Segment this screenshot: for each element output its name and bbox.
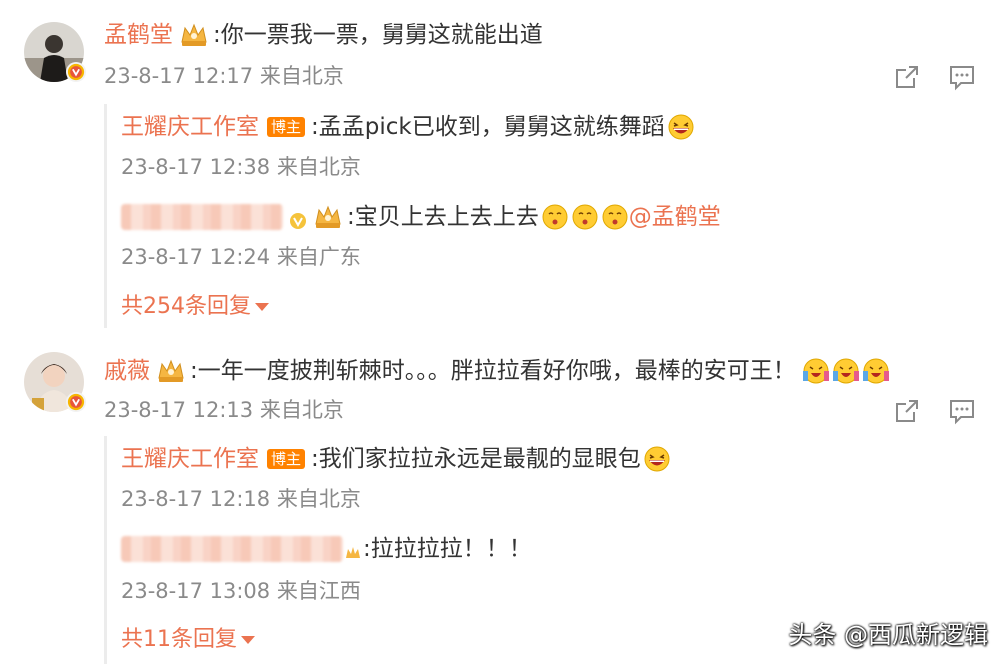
cheer-emoji-icon [802,357,830,385]
watermark: 头条 @西瓜新逻辑 [788,621,988,649]
comment-author[interactable]: 戚薇 [104,356,150,386]
caret-down-icon [255,303,269,311]
more-replies-label: 共11条回复 [121,627,237,652]
reply-meta: 23-8-17 13:08 来自江西 [121,579,361,603]
crown-icon [156,358,186,384]
reply-author[interactable]: 王耀庆工作室 [121,444,259,474]
verified-icon [66,392,86,412]
reply-author[interactable]: 王耀庆工作室 [121,112,259,142]
reply-text: :孟孟pick已收到，舅舅这就练舞蹈 [311,114,665,140]
blurred-username [121,204,283,230]
comment-text: :你一票我一票，舅舅这就能出道 [213,22,543,48]
mention-link[interactable]: @孟鹤堂 [629,202,721,232]
caret-down-icon [241,636,255,644]
author-badge: 博主 [267,449,306,469]
avatar[interactable] [24,352,86,412]
reply-meta: 23-8-17 12:18 来自北京 [121,487,361,511]
cheer-emoji-icon [862,357,890,385]
crown-icon [313,204,343,230]
comment-item: 戚薇 :一年一度披荆斩棘时。。。胖拉拉看好你哦，最棒的安可王！ 23-8-17 … [0,330,1004,664]
comment-meta: 23-8-17 12:17 来自北京 [104,64,344,88]
avatar[interactable] [24,22,86,82]
cheer-emoji-icon [832,357,860,385]
comment-text: :一年一度披荆斩棘时。。。胖拉拉看好你哦，最棒的安可王！ [190,358,796,384]
reply-text: :宝贝上去上去上去 [347,204,539,230]
comment-icon[interactable] [948,63,976,91]
reply-meta: 23-8-17 12:24 来自广东 [121,245,361,269]
reply-list: 王耀庆工作室 博主 :孟孟pick已收到，舅舅这就练舞蹈 23-8-17 12:… [104,104,987,328]
reply-text: :拉拉拉拉！！！ [363,536,532,562]
vip-icon [289,208,307,229]
laugh-emoji-icon [667,113,695,141]
kiss-emoji-icon [541,203,569,231]
more-replies-label: 共254条回复 [121,294,251,319]
reply-meta: 23-8-17 12:38 来自北京 [121,155,361,179]
kiss-emoji-icon [571,203,599,231]
comment-author[interactable]: 孟鹤堂 [104,20,173,50]
author-badge: 博主 [267,117,306,137]
share-icon[interactable] [893,63,921,91]
comment-icon[interactable] [948,397,976,425]
comment-meta: 23-8-17 12:13 来自北京 [104,398,344,422]
crown-icon [179,22,209,48]
comment-item: 孟鹤堂 :你一票我一票，舅舅这就能出道 23-8-17 12:17 来自北京 王… [0,0,1004,330]
laugh-emoji-icon [643,445,671,473]
reply-text: :我们家拉拉永远是最靓的显眼包 [311,446,641,472]
blurred-username [121,536,343,562]
more-replies-link[interactable]: 共11条回复 [121,626,255,654]
more-replies-link[interactable]: 共254条回复 [121,293,269,321]
verified-icon [66,62,86,82]
kiss-emoji-icon [601,203,629,231]
crown-icon [345,540,361,558]
share-icon[interactable] [893,397,921,425]
